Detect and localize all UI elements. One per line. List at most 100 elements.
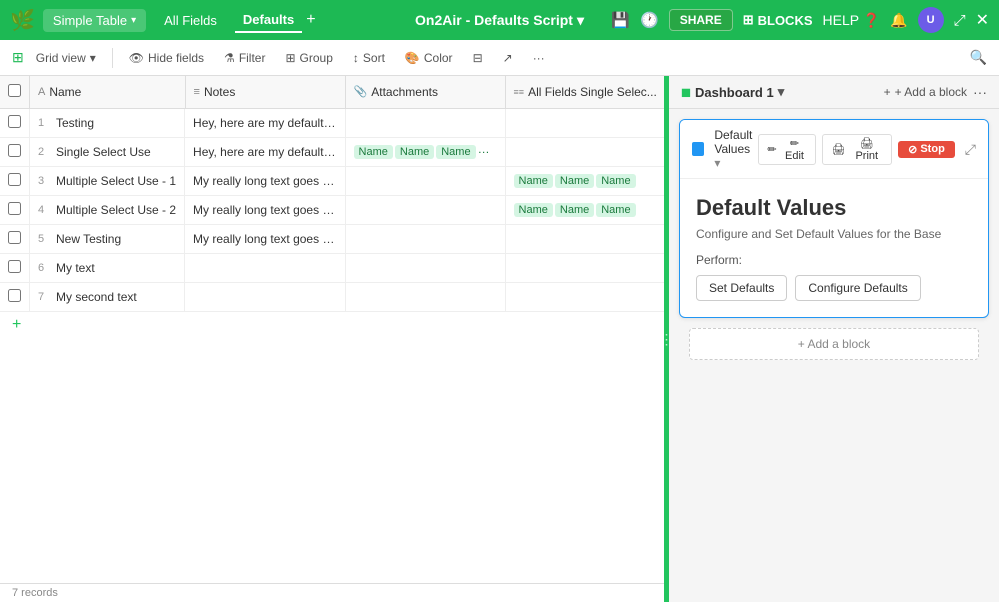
name-value: Testing — [56, 116, 94, 130]
tab-all-fields[interactable]: All Fields — [156, 9, 225, 32]
print-icon: 🖨 — [831, 143, 845, 156]
attachments-cell — [345, 224, 505, 253]
hide-fields-button[interactable]: 👁 Hide fields — [121, 47, 212, 69]
share-button[interactable]: SHARE — [669, 9, 733, 31]
notes-cell: Hey, here are my default n... — [185, 137, 345, 166]
panel-more-button[interactable]: ··· — [973, 84, 987, 100]
dashboard-chevron-icon[interactable]: ▾ — [778, 84, 785, 100]
sort-button[interactable]: ↕ Sort — [345, 47, 393, 69]
block-print-button[interactable]: 🖨 🖨 Print — [822, 134, 892, 165]
row-number: 2 — [38, 146, 52, 158]
row-height-button[interactable]: ⊟ — [465, 47, 491, 69]
tag: Name — [596, 203, 635, 217]
perform-label: Perform: — [696, 253, 972, 267]
tag: Name — [514, 174, 553, 188]
add-row-button[interactable]: + — [0, 312, 664, 338]
sort-icon: ↕ — [353, 51, 359, 65]
add-row-icon: + — [12, 316, 21, 334]
history-button[interactable]: 🕐 — [640, 11, 659, 29]
name-value: New Testing — [56, 232, 121, 246]
share-view-icon: ↗ — [503, 51, 513, 65]
row-checkbox[interactable] — [8, 115, 21, 128]
filter-button[interactable]: ⚗ Filter — [216, 47, 273, 69]
right-panel-header: ◼ Dashboard 1 ▾ + + Add a block ··· — [669, 76, 999, 109]
data-table: A Name ≡ Notes 📎 — [0, 76, 664, 312]
main-area: A Name ≡ Notes 📎 — [0, 76, 999, 602]
col-attachments[interactable]: 📎 Attachments — [345, 76, 505, 108]
plus-icon: + — [884, 85, 891, 99]
row-checkbox[interactable] — [8, 173, 21, 186]
block-description: Configure and Set Default Values for the… — [696, 227, 972, 241]
grid-view-label: Grid view — [36, 51, 86, 65]
name-value: Multiple Select Use - 1 — [56, 174, 176, 188]
block-edit-button[interactable]: ✏ ✏ Edit — [758, 134, 816, 165]
add-tab-button[interactable]: + — [306, 11, 315, 29]
single-select-cell — [505, 137, 664, 166]
tag: Name — [555, 174, 594, 188]
avatar[interactable]: U — [918, 7, 944, 33]
group-icon: ⊞ — [285, 51, 295, 65]
row-number: 4 — [38, 204, 52, 216]
table-row: 7My second textrec5jv5k — [0, 282, 664, 311]
table-row: 4Multiple Select Use - 2My really long t… — [0, 195, 664, 224]
name-value: Multiple Select Use - 2 — [56, 203, 176, 217]
save-button[interactable]: 💾 — [611, 11, 630, 29]
notes-cell — [185, 282, 345, 311]
color-button[interactable]: 🎨 Color — [397, 47, 461, 69]
dashboard-title: ◼ Dashboard 1 ▾ — [681, 84, 784, 100]
set-defaults-button[interactable]: Set Defaults — [696, 275, 787, 301]
eye-icon: 👁 — [129, 51, 144, 65]
expand-button[interactable]: ⤢ — [954, 12, 966, 29]
block-stop-button[interactable]: ⊘ Stop — [898, 141, 955, 158]
name-cell: 5 New Testing — [30, 225, 185, 253]
col-name[interactable]: A Name — [30, 76, 186, 108]
name-cell: 6My text — [30, 254, 185, 282]
group-button[interactable]: ⊞ Group — [277, 47, 340, 69]
block-body: Default Values Configure and Set Default… — [680, 179, 988, 317]
name-value: My text — [56, 261, 95, 275]
configure-defaults-button[interactable]: Configure Defaults — [795, 275, 920, 301]
notifications-button[interactable]: 🔔 — [890, 12, 907, 29]
page-title: On2Air - Defaults Script ▾ — [415, 12, 584, 29]
grid-view-chevron-icon: ▾ — [90, 51, 96, 65]
table-row: 5New TestingMy really long text goes her… — [0, 224, 664, 253]
block: Default Values ▾ ✏ ✏ Edit 🖨 🖨 Print ⊘ St… — [679, 119, 989, 318]
right-panel: ◼ Dashboard 1 ▾ + + Add a block ··· Defa… — [669, 76, 999, 602]
topbar-right: 💾 🕐 SHARE ⊞ BLOCKS HELP ❓ 🔔 U ⤢ ✕ — [611, 7, 989, 33]
blocks-button[interactable]: ⊞ BLOCKS — [743, 12, 813, 28]
row-checkbox[interactable] — [8, 260, 21, 273]
add-block-button[interactable]: + + Add a block — [884, 85, 967, 99]
attachments-cell — [345, 108, 505, 137]
search-button[interactable]: 🔍 — [970, 49, 987, 66]
block-expand-button[interactable]: ⤢ — [965, 141, 976, 158]
color-icon: 🎨 — [405, 51, 420, 65]
dashboard-icon: ◼ — [681, 85, 691, 99]
close-button[interactable]: ✕ — [976, 10, 989, 30]
select-all-checkbox[interactable] — [8, 84, 21, 97]
row-number: 5 — [38, 233, 52, 245]
attachments-cell — [345, 282, 505, 311]
row-checkbox[interactable] — [8, 231, 21, 244]
col-notes[interactable]: ≡ Notes — [185, 76, 345, 108]
attachments-cell — [345, 253, 505, 282]
table-row: 2 Single Select Use Hey, here are my defau… — [0, 137, 664, 166]
table-name-chevron-icon: ▾ — [131, 15, 136, 26]
table-name-dropdown[interactable]: Simple Table ▾ — [43, 9, 146, 32]
checkbox-header[interactable] — [0, 76, 30, 108]
panel-divider[interactable] — [664, 76, 669, 602]
tag: Name — [354, 145, 393, 159]
row-checkbox[interactable] — [8, 289, 21, 302]
share-view-button[interactable]: ↗ — [495, 47, 521, 69]
more-options-button[interactable]: ··· — [525, 47, 553, 69]
row-checkbox[interactable] — [8, 202, 21, 215]
add-block-bottom[interactable]: + Add a block — [689, 328, 979, 360]
help-button[interactable]: HELP ❓ — [823, 12, 881, 29]
row-checkbox[interactable] — [8, 144, 21, 157]
col-single-select[interactable]: ≡≡ All Fields Single Selec... — [505, 76, 664, 108]
topbar: 🌿 Simple Table ▾ All Fields Defaults + O… — [0, 0, 999, 40]
name-cell: 2 Single Select Use — [30, 138, 185, 166]
more-icon: ··· — [533, 51, 545, 65]
name-value: Single Select Use — [56, 145, 151, 159]
tab-defaults[interactable]: Defaults — [235, 8, 302, 33]
grid-view-button[interactable]: Grid view ▾ — [28, 47, 104, 69]
